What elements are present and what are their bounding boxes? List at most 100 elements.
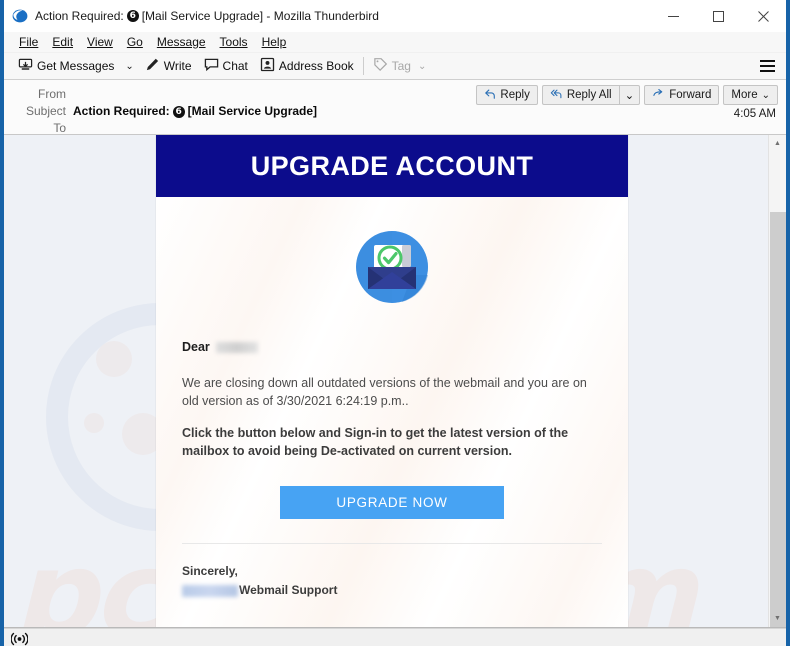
- menu-file[interactable]: File: [12, 33, 45, 51]
- hero-icon-wrap: [182, 225, 602, 314]
- message-scrollbar[interactable]: ▲ ▼: [768, 135, 786, 627]
- menu-message-label: Message: [156, 35, 206, 49]
- app-menu-button[interactable]: [754, 55, 780, 77]
- reply-all-label: Reply All: [566, 89, 612, 101]
- get-messages-button[interactable]: Get Messages: [12, 54, 120, 78]
- address-book-label: Address Book: [278, 59, 354, 73]
- subject-value: Action Required: 6 [Mail Service Upgrade…: [73, 103, 317, 120]
- tag-button[interactable]: Tag ⌄: [367, 54, 433, 78]
- signature-suffix: Webmail Support: [239, 583, 338, 597]
- menu-message[interactable]: Message: [150, 33, 213, 51]
- maximize-button[interactable]: [696, 0, 741, 32]
- subject-label: Subject: [25, 104, 66, 118]
- get-messages-label: Get Messages: [37, 59, 115, 73]
- write-button[interactable]: Write: [139, 54, 198, 78]
- upgrade-now-button[interactable]: UPGRADE NOW: [280, 486, 504, 519]
- address-book-button[interactable]: Address Book: [254, 54, 360, 78]
- menu-bar: File Edit View Go Message Tools Help: [4, 32, 786, 53]
- address-book-icon: [260, 57, 275, 75]
- thunderbird-icon: [12, 8, 28, 24]
- message-actions: Reply Reply All ⌄ Forward More ⌄: [476, 85, 778, 105]
- email-banner: UPGRADE ACCOUNT: [156, 135, 628, 197]
- hamburger-line: [759, 60, 775, 62]
- title-badge-icon: 6: [126, 10, 139, 22]
- chat-button[interactable]: Chat: [198, 54, 254, 78]
- window-controls: [651, 0, 786, 32]
- menu-help[interactable]: Help: [255, 33, 294, 51]
- subject-prefix: Action Required:: [73, 104, 170, 118]
- subject-row: Subject Action Required: 6 [Mail Service…: [14, 103, 776, 120]
- redacted-sender-name: [182, 584, 238, 597]
- menu-view[interactable]: View: [80, 33, 120, 51]
- menu-edit[interactable]: Edit: [45, 33, 80, 51]
- toolbar-separator: [362, 57, 364, 75]
- email-content: Dear We are closing down all outdated ve…: [156, 197, 628, 627]
- email-paragraph-1: We are closing down all outdated version…: [182, 376, 587, 408]
- menu-tools-label: Tools: [219, 35, 248, 49]
- subject-badge-icon: 6: [172, 105, 185, 118]
- email-signature: Sincerely, Webmail Support: [182, 562, 602, 600]
- menu-go-label: Go: [126, 35, 143, 49]
- message-header: From Subject Action Required: 6 [Mail Se…: [4, 80, 786, 135]
- signature-signoff: Sincerely,: [182, 564, 238, 578]
- title-bar: Action Required: 6 [Mail Service Upgrade…: [4, 0, 786, 32]
- minimize-button[interactable]: [651, 0, 696, 32]
- main-toolbar: Get Messages ⌄ Write Chat Address Book T…: [4, 53, 786, 80]
- cta-wrap: UPGRADE NOW: [182, 486, 602, 519]
- window-title-prefix: Action Required:: [35, 9, 124, 23]
- message-body: pcrisk.com UPGRADE ACCOUNT: [4, 135, 786, 628]
- watermark-dot: [84, 413, 104, 433]
- watermark-dot: [96, 341, 132, 377]
- window-title-suffix: [Mail Service Upgrade] - Mozilla Thunder…: [141, 9, 379, 23]
- close-button[interactable]: [741, 0, 786, 32]
- window-title: Action Required: 6 [Mail Service Upgrade…: [35, 9, 379, 23]
- menu-go[interactable]: Go: [120, 33, 150, 51]
- greeting-text: Dear: [182, 340, 210, 354]
- reply-label: Reply: [500, 89, 530, 101]
- envelope-check-icon: [350, 225, 434, 314]
- from-label: From: [38, 87, 66, 101]
- chat-bubble-icon: [204, 57, 219, 75]
- email-greeting: Dear: [182, 340, 602, 354]
- tag-icon: [373, 57, 388, 75]
- reply-all-arrow-icon: [550, 88, 563, 103]
- signature-divider: [182, 543, 602, 544]
- thunderbird-window: Action Required: 6 [Mail Service Upgrade…: [0, 0, 790, 646]
- menu-help-label: Help: [261, 35, 287, 49]
- broadcast-icon: [10, 632, 29, 646]
- email-card: UPGRADE ACCOUNT Dear We are closing down…: [156, 135, 628, 627]
- more-label: More: [731, 89, 758, 101]
- redacted-recipient-name: [215, 341, 258, 353]
- reply-all-button[interactable]: Reply All: [541, 85, 619, 105]
- more-button[interactable]: More ⌄: [723, 85, 778, 105]
- tag-label: Tag: [391, 59, 411, 73]
- reply-all-dropdown[interactable]: ⌄: [618, 85, 641, 105]
- hamburger-line: [759, 70, 775, 72]
- email-paragraph-2: Click the button below and Sign-in to ge…: [182, 426, 569, 458]
- tag-dropdown-caret: ⌄: [417, 60, 427, 72]
- menu-edit-label: Edit: [52, 35, 74, 49]
- scroll-up-button[interactable]: ▲: [769, 135, 786, 152]
- subject-suffix: [Mail Service Upgrade]: [187, 104, 318, 118]
- scroll-thumb[interactable]: [770, 212, 786, 627]
- chat-label: Chat: [222, 59, 248, 73]
- message-time: 4:05 AM: [733, 108, 776, 120]
- signature-line: Webmail Support: [182, 581, 602, 600]
- reply-arrow-icon: [484, 88, 496, 103]
- write-label: Write: [163, 59, 192, 73]
- forward-button[interactable]: Forward: [644, 85, 720, 105]
- reply-all-split-button: Reply All ⌄: [541, 85, 641, 105]
- forward-arrow-icon: [652, 88, 665, 103]
- hamburger-line: [759, 65, 775, 67]
- more-dropdown-caret: ⌄: [761, 89, 770, 101]
- email-banner-title: UPGRADE ACCOUNT: [250, 150, 534, 181]
- reply-button[interactable]: Reply: [476, 85, 538, 105]
- menu-view-label: View: [87, 35, 113, 49]
- get-messages-icon: [18, 57, 33, 75]
- menu-tools[interactable]: Tools: [213, 33, 255, 51]
- get-messages-dropdown[interactable]: ⌄: [120, 58, 138, 75]
- scroll-down-button[interactable]: ▼: [769, 610, 786, 627]
- menu-file-label: File: [19, 35, 39, 49]
- pencil-icon: [145, 57, 160, 75]
- forward-label: Forward: [669, 89, 712, 101]
